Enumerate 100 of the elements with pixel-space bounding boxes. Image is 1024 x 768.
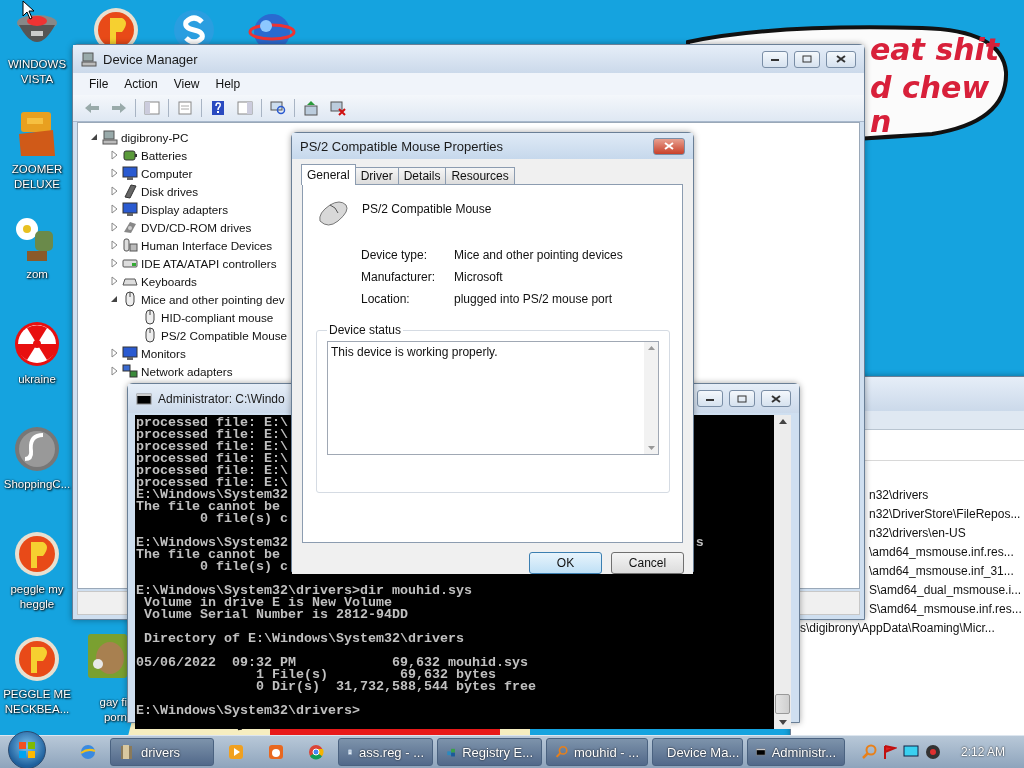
- scrollbar[interactable]: [774, 415, 791, 729]
- battery-icon: [122, 147, 138, 163]
- minimize-button[interactable]: [762, 50, 788, 68]
- four-squares-icon: [18, 741, 36, 759]
- maximize-button[interactable]: [729, 390, 755, 407]
- globe-icon: [80, 744, 96, 760]
- taskbar-button[interactable]: mouhid - ...: [546, 738, 648, 766]
- forward-arrow-icon: [111, 102, 127, 114]
- menu-item[interactable]: Action: [116, 75, 166, 93]
- bubble-text: d chew: [870, 72, 990, 104]
- collapse-arrow-icon[interactable]: [89, 132, 99, 142]
- console-line: 05/06/2022 09:32 PM 69,632 mouhid.sys: [136, 655, 528, 670]
- radiation-icon: [13, 320, 61, 368]
- file-path[interactable]: n32\drivers: [869, 487, 929, 502]
- file-path[interactable]: \amd64_msmouse.inf.res...: [869, 544, 1014, 559]
- close-icon: [664, 142, 674, 150]
- expand-arrow-icon[interactable]: [109, 150, 119, 160]
- expand-arrow-icon[interactable]: [109, 240, 119, 250]
- monitor-icon: [122, 165, 138, 181]
- device-name: PS/2 Compatible Mouse: [362, 202, 492, 216]
- console-line: processed file: E:\: [136, 415, 288, 430]
- dialog-button[interactable]: Cancel: [611, 552, 684, 574]
- taskbar-button[interactable]: Registry E...: [437, 738, 542, 766]
- tree-item[interactable]: PS/2 Compatible Mouse: [161, 328, 288, 342]
- close-icon: [836, 55, 846, 63]
- minimize-button[interactable]: [697, 390, 723, 407]
- console-line: E:\Windows\System32\drivers>: [136, 703, 360, 718]
- tab[interactable]: Details: [397, 167, 447, 185]
- tree-item[interactable]: Mice and other pointing dev: [141, 292, 285, 306]
- tab[interactable]: Resources: [445, 167, 515, 185]
- field-label: Location:: [361, 293, 411, 305]
- close-button[interactable]: [826, 50, 856, 68]
- field-label: Device type:: [361, 249, 429, 261]
- field-value: Microsoft: [454, 271, 504, 283]
- tree-item[interactable]: HID-compliant mouse: [161, 310, 274, 324]
- taskbar-button[interactable]: Administr...: [747, 738, 845, 766]
- file-path[interactable]: \amd64_msmouse.inf_31...: [869, 563, 1014, 578]
- menu-item[interactable]: View: [165, 75, 208, 93]
- tab[interactable]: General: [301, 164, 356, 185]
- pane-icon: [144, 101, 160, 115]
- computer-icon: [102, 129, 118, 145]
- status-text: This device is working properly.: [330, 344, 499, 361]
- expand-arrow-icon[interactable]: [109, 366, 119, 376]
- monitor-icon: [122, 201, 138, 217]
- expand-arrow-icon[interactable]: [109, 168, 119, 178]
- expand-arrow-icon[interactable]: [109, 348, 119, 358]
- expand-arrow-icon[interactable]: [109, 186, 119, 196]
- search-icon: [861, 744, 877, 760]
- tree-item[interactable]: Computer: [141, 166, 193, 180]
- tree-item[interactable]: Network adapters: [141, 364, 233, 378]
- flash-icon: [13, 425, 61, 473]
- file-path[interactable]: n32\DriverStore\FileRepos...: [869, 506, 1021, 521]
- peggle-icon: [13, 635, 61, 683]
- up-arrow-icon[interactable]: [778, 419, 787, 424]
- search-icon: [555, 744, 568, 760]
- taskbar-button[interactable]: Device Ma...: [652, 738, 743, 766]
- scrollbar-thumb[interactable]: [775, 694, 790, 714]
- expand-arrow-icon[interactable]: [109, 276, 119, 286]
- tree-item[interactable]: digibrony-PC: [121, 130, 189, 144]
- menu-item[interactable]: Help: [207, 75, 249, 93]
- menu-item[interactable]: File: [81, 75, 117, 93]
- collapse-arrow-icon[interactable]: [109, 294, 119, 304]
- mouse-icon: [142, 327, 158, 343]
- start-button[interactable]: [8, 731, 46, 768]
- maximize-icon: [802, 55, 812, 63]
- taskbar-button[interactable]: drivers: [110, 738, 214, 766]
- monitor-icon: [122, 345, 138, 361]
- tree-item[interactable]: Display adapters: [141, 202, 229, 216]
- console-line: 0 file(s) c: [199, 559, 288, 574]
- file-path[interactable]: n32\drivers\en-US: [869, 525, 966, 540]
- down-arrow-icon[interactable]: [778, 720, 787, 725]
- file-path[interactable]: S\amd64_dual_msmouse.i...: [869, 582, 1022, 597]
- monitor-icon[interactable]: [903, 745, 919, 759]
- console-line: Directory of E:\Windows\System32\drivers: [143, 631, 464, 646]
- file-path[interactable]: s\digibrony\AppData\Roaming\Micr...: [800, 620, 995, 635]
- window-title: Device Manager: [103, 51, 199, 67]
- maximize-button[interactable]: [794, 50, 820, 68]
- tree-item[interactable]: IDE ATA/ATAPI controllers: [141, 256, 277, 270]
- file-path[interactable]: S\amd64_msmouse.inf.res...: [869, 601, 1022, 616]
- taskbar-button[interactable]: ass.reg - ...: [338, 738, 433, 766]
- tree-item[interactable]: Keyboards: [141, 274, 197, 288]
- tree-item[interactable]: DVD/CD-ROM drives: [141, 220, 252, 234]
- minimize-icon: [770, 56, 780, 62]
- speaker-icon[interactable]: [925, 744, 941, 760]
- mouse-icon: [316, 199, 350, 227]
- expand-arrow-icon[interactable]: [109, 204, 119, 214]
- tree-item[interactable]: Monitors: [141, 346, 186, 360]
- expand-arrow-icon[interactable]: [109, 258, 119, 268]
- close-button[interactable]: [761, 390, 791, 407]
- field-label: Manufacturer:: [361, 271, 437, 283]
- flag-icon[interactable]: [883, 745, 897, 759]
- console-line: Volume Serial Number is 2812-94DD: [143, 607, 408, 622]
- tab[interactable]: Driver: [354, 167, 399, 185]
- field-value: Mice and other pointing devices: [454, 249, 624, 261]
- chrome-icon: [308, 744, 324, 760]
- tree-item[interactable]: Disk drives: [141, 184, 199, 198]
- expand-arrow-icon[interactable]: [109, 222, 119, 232]
- dialog-button[interactable]: OK: [529, 552, 602, 574]
- tree-item[interactable]: Batteries: [141, 148, 188, 162]
- tree-item[interactable]: Human Interface Devices: [141, 238, 273, 252]
